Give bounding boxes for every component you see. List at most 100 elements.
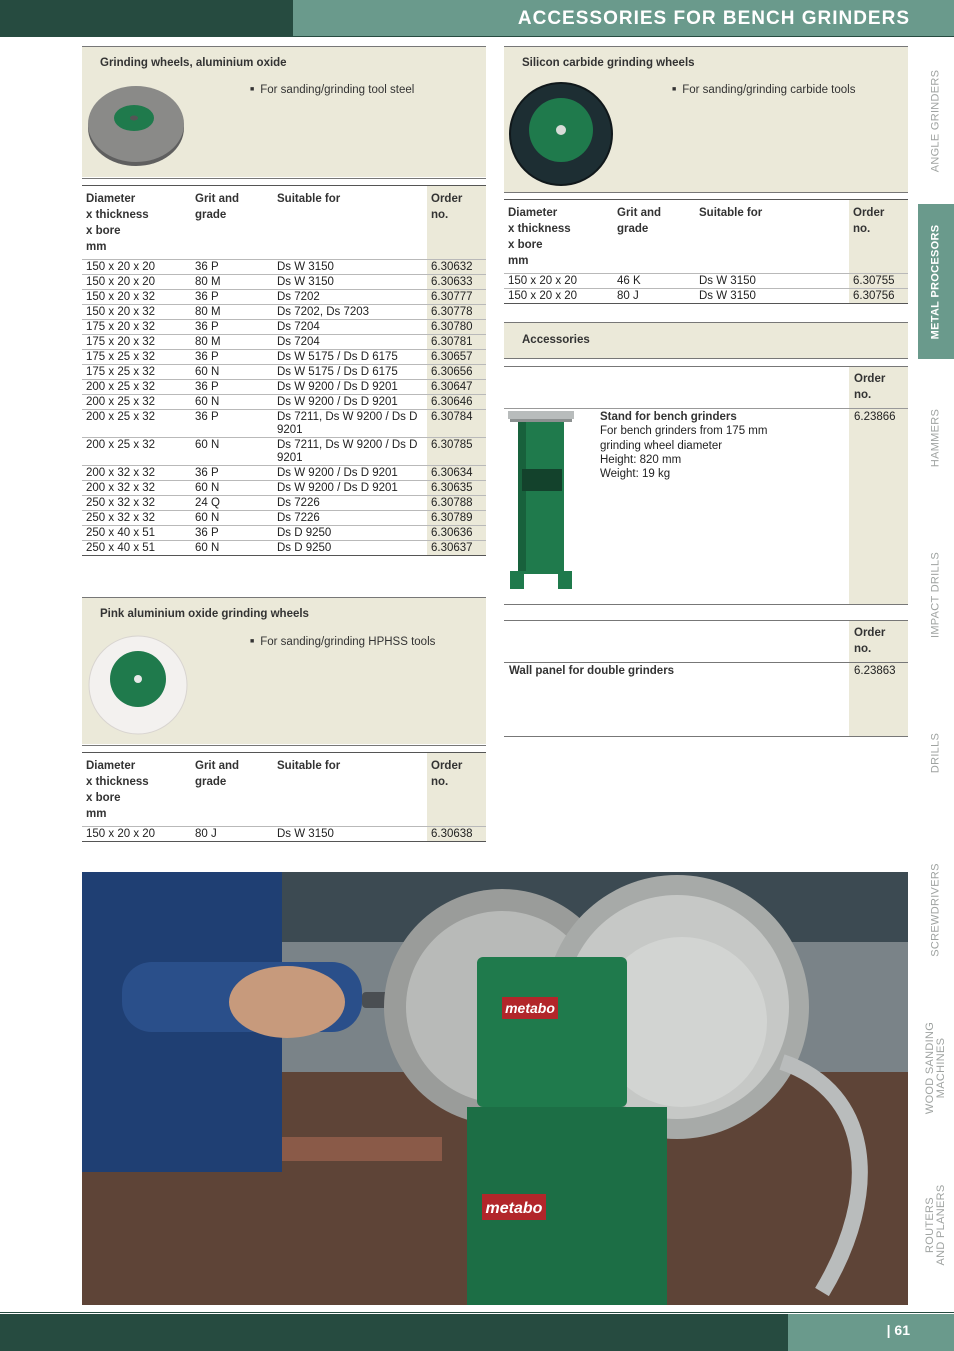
cell-grit: 80 J <box>613 288 695 304</box>
sidebar-tab-impact-drills[interactable]: IMPACT DRILLS <box>918 520 954 670</box>
cell-order-number: 6.30656 <box>427 364 486 380</box>
cell-suitable-for: Ds 7226 <box>273 510 427 526</box>
sidebar-tab-hammers[interactable]: HAMMERS <box>918 365 954 510</box>
cell-grit: 36 P <box>191 289 273 305</box>
sidebar-tab-metal-procesors[interactable]: METAL PROCESORS <box>918 204 954 359</box>
sidebar-tab-label: IMPACT DRILLS <box>929 551 942 639</box>
section-rule <box>504 366 908 367</box>
stand-name: Stand for bench grinders <box>600 411 737 423</box>
cell-suitable-for: Ds W 9200 / Ds D 9201 <box>273 379 427 395</box>
col-header-grit: Grit and grade <box>195 193 240 221</box>
cell-order-number: 6.30781 <box>427 334 486 350</box>
table-row: 175 x 20 x 32 36 P Ds 7204 6.30780 <box>82 319 486 335</box>
sidebar-tab-drills[interactable]: DRILLS <box>918 680 954 825</box>
cell-order-number: 6.30785 <box>427 437 486 466</box>
pink-oxide-table: Diameter x thickness x bore mm Grit and grad… <box>82 752 486 842</box>
cell-grit: 60 N <box>191 540 273 556</box>
table-row: 250 x 40 x 51 60 N Ds D 9250 6.30637 <box>82 540 486 556</box>
section-rule <box>504 192 908 193</box>
cell-order-number: 6.30647 <box>427 379 486 395</box>
cell-suitable-for: Ds D 9250 <box>273 540 427 556</box>
table-row: 250 x 32 x 32 24 Q Ds 7226 6.30788 <box>82 495 486 511</box>
section-title: Grinding wheels, aluminium oxide <box>100 57 287 69</box>
col-header-diameter: Diameter x thickness x bore mm <box>86 193 149 253</box>
table-row: 175 x 20 x 32 80 M Ds 7204 6.30781 <box>82 334 486 350</box>
silicon-carbide-panel: Silicon carbide grinding wheels For sand… <box>504 47 908 192</box>
section-rule <box>504 736 908 737</box>
cell-suitable-for: Ds W 3150 <box>273 826 427 842</box>
grey-grinding-wheel-image <box>88 86 184 166</box>
col-header-grit: Grit and grade <box>195 760 240 788</box>
cell-order-number: 6.30633 <box>427 274 486 290</box>
col-header-diameter: Diameter x thickness x bore mm <box>86 760 149 820</box>
cell-grit: 80 M <box>191 304 273 320</box>
footer-rule <box>0 1312 954 1313</box>
cell-dimensions: 200 x 32 x 32 <box>82 465 191 481</box>
cell-suitable-for: Ds 7202 <box>273 289 427 305</box>
cell-dimensions: 250 x 32 x 32 <box>82 495 191 511</box>
table-row: 150 x 20 x 32 80 M Ds 7202, Ds 7203 6.30778 <box>82 304 486 320</box>
section-rule <box>82 178 486 179</box>
metabo-logo: metabo <box>486 1200 543 1217</box>
cell-suitable-for: Ds W 5175 / Ds D 6175 <box>273 349 427 365</box>
table-row: 250 x 40 x 51 36 P Ds D 9250 6.30636 <box>82 525 486 541</box>
col-header-order: Order no. <box>854 373 886 401</box>
cell-dimensions: 175 x 20 x 32 <box>82 319 191 335</box>
section-rule <box>504 358 908 359</box>
accessories-panel: Accessories <box>504 323 908 358</box>
cell-order-number: 6.30646 <box>427 394 486 410</box>
sidebar-tab-routers-and-planers[interactable]: ROUTERS AND PLANERS <box>918 1150 954 1300</box>
cell-suitable-for: Ds 7226 <box>273 495 427 511</box>
sidebar-tab-screwdrivers[interactable]: SCREWDRIVERS <box>918 835 954 985</box>
cell-suitable-for: Ds 7204 <box>273 334 427 350</box>
table-row: 200 x 25 x 32 36 P Ds 7211, Ds W 9200 / Ds… <box>82 409 486 438</box>
col-header-order: Order no. <box>849 199 908 274</box>
cell-order-number: 6.30755 <box>849 273 908 289</box>
sidebar-tab-label: HAMMERS <box>929 408 942 467</box>
sidebar-tab-label-line: AND PLANERS <box>935 1184 947 1266</box>
bench-grinder-photo: metabo metabo <box>82 872 908 1305</box>
page-number: | 61 <box>886 1322 910 1338</box>
cell-order-number: 6.30632 <box>427 259 486 275</box>
cell-suitable-for: Ds W 3150 <box>695 273 849 289</box>
cell-grit: 36 P <box>191 379 273 395</box>
cell-order-number: 6.30756 <box>849 288 908 304</box>
table-row: 175 x 25 x 32 36 P Ds W 5175 / Ds D 6175 6.… <box>82 349 486 365</box>
page-title: ACCESSORIES FOR BENCH GRINDERS <box>517 8 910 29</box>
pink-oxide-panel: Pink aluminium oxide grinding wheels For… <box>82 598 486 744</box>
cell-order-number: 6.30780 <box>427 319 486 335</box>
table-row: 200 x 25 x 32 36 P Ds W 9200 / Ds D 9201 6.… <box>82 379 486 395</box>
sidebar-tab-label: WOOD SANDING MACHINES <box>924 1021 947 1113</box>
table-row: 150 x 20 x 32 36 P Ds 7202 6.30777 <box>82 289 486 305</box>
stand-order-number: 6.23866 <box>854 411 896 423</box>
stand-weight: Weight: 19 kg <box>600 468 671 480</box>
silicon-grinding-wheel-image <box>509 82 613 186</box>
sidebar-tab-label: SCREWDRIVERS <box>929 863 942 957</box>
section-bullet: For sanding/grinding carbide tools <box>672 84 855 96</box>
cell-dimensions: 200 x 32 x 32 <box>82 480 191 496</box>
metabo-logo: metabo <box>505 1000 555 1016</box>
cell-dimensions: 200 x 25 x 32 <box>82 409 191 438</box>
sidebar-tab-label: DRILLS <box>929 732 942 773</box>
cell-suitable-for: Ds 7211, Ds W 9200 / Ds D 9201 <box>273 409 427 438</box>
section-title: Accessories <box>522 334 590 346</box>
cell-dimensions: 150 x 20 x 20 <box>504 288 613 304</box>
section-rule <box>504 604 908 605</box>
sidebar-tab-wood-sanding-machines[interactable]: WOOD SANDING MACHINES <box>918 995 954 1140</box>
cell-grit: 36 P <box>191 525 273 541</box>
cell-order-number: 6.30634 <box>427 465 486 481</box>
col-header-diameter: Diameter x thickness x bore mm <box>508 207 571 267</box>
section-title: Silicon carbide grinding wheels <box>522 57 695 69</box>
cell-dimensions: 150 x 20 x 32 <box>82 289 191 305</box>
col-header-order: Order no. <box>427 752 486 827</box>
cell-dimensions: 200 x 25 x 32 <box>82 394 191 410</box>
cell-order-number: 6.30784 <box>427 409 486 438</box>
table-body: 150 x 20 x 20 46 K Ds W 3150 6.30755 150 x 2… <box>504 273 908 304</box>
col-header-order: Order no. <box>427 185 486 260</box>
sidebar-tab-angle-grinders[interactable]: ANGLE GRINDERS <box>918 46 954 196</box>
table-body: 150 x 20 x 20 80 J Ds W 3150 6.30638 <box>82 826 486 842</box>
cell-suitable-for: Ds W 3150 <box>695 288 849 304</box>
table-row: 200 x 25 x 32 60 N Ds W 9200 / Ds D 9201 6.… <box>82 394 486 410</box>
cell-dimensions: 150 x 20 x 20 <box>504 273 613 289</box>
cell-suitable-for: Ds 7202, Ds 7203 <box>273 304 427 320</box>
